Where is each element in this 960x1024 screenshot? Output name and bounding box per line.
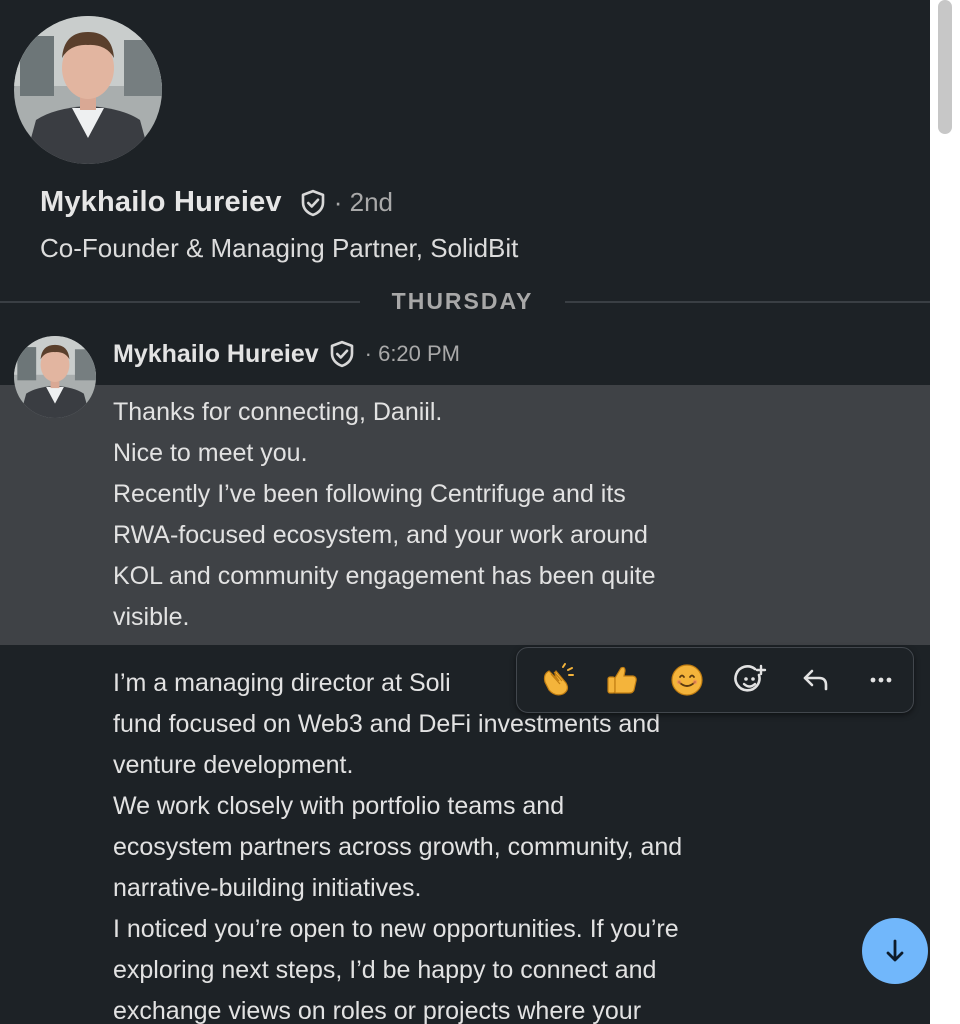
day-divider: THURSDAY xyxy=(391,288,534,314)
message-line: exchange views on roles or projects wher… xyxy=(113,997,642,1024)
profile-avatar[interactable] xyxy=(14,16,162,164)
profile-name-row: Mykhailo Hureiev · 2nd xyxy=(40,186,393,219)
thumbs-up-icon[interactable] xyxy=(590,654,655,706)
message-sender-name[interactable]: Mykhailo Hureiev xyxy=(113,340,319,369)
clapping-hands-icon[interactable] xyxy=(525,654,590,706)
more-options-icon[interactable] xyxy=(848,654,913,706)
message-header: Mykhailo Hureiev · 6:20 PM xyxy=(113,339,460,369)
message-avatar[interactable] xyxy=(14,336,96,418)
add-reaction-icon[interactable] xyxy=(719,654,784,706)
message-line: Recently I’ve been following Centrifuge … xyxy=(113,480,626,508)
scrollbar-track[interactable] xyxy=(930,0,960,1024)
smiling-face-icon[interactable] xyxy=(654,654,719,706)
message-line: narrative-building initiatives. xyxy=(113,874,422,902)
message-line: Nice to meet you. xyxy=(113,439,308,467)
messaging-pane: Mykhailo Hureiev · 2nd Co-Founder & Mana… xyxy=(0,0,930,1024)
divider-line-left xyxy=(0,301,360,303)
profile-headline: Co-Founder & Managing Partner, SolidBit xyxy=(40,233,519,263)
verified-badge-icon xyxy=(327,339,357,369)
message-line: I noticed you’re open to new opportuniti… xyxy=(113,915,679,943)
arrow-down-icon xyxy=(886,939,904,962)
reaction-toolbar xyxy=(516,647,914,713)
message-line: KOL and community engagement has been qu… xyxy=(113,562,656,590)
message-timestamp: · 6:20 PM xyxy=(364,341,461,366)
message-line: ecosystem partners across growth, commun… xyxy=(113,833,683,861)
message-line: visible. xyxy=(113,603,190,631)
message-line: RWA-focused ecosystem, and your work aro… xyxy=(113,521,648,549)
divider-line-right xyxy=(565,301,930,303)
scrollbar-thumb[interactable] xyxy=(938,0,952,134)
message-line: We work closely with portfolio teams and xyxy=(113,792,565,820)
scroll-to-bottom-button[interactable] xyxy=(862,918,928,984)
message-line: exploring next steps, I’d be happy to co… xyxy=(113,956,657,984)
message-line: venture development. xyxy=(113,751,354,779)
message-line: Thanks for connecting, Daniil. xyxy=(113,398,443,426)
profile-name[interactable]: Mykhailo Hureiev xyxy=(40,186,282,219)
verified-badge-icon xyxy=(298,188,328,218)
connection-degree: · 2nd xyxy=(333,187,393,217)
reply-icon[interactable] xyxy=(784,654,849,706)
